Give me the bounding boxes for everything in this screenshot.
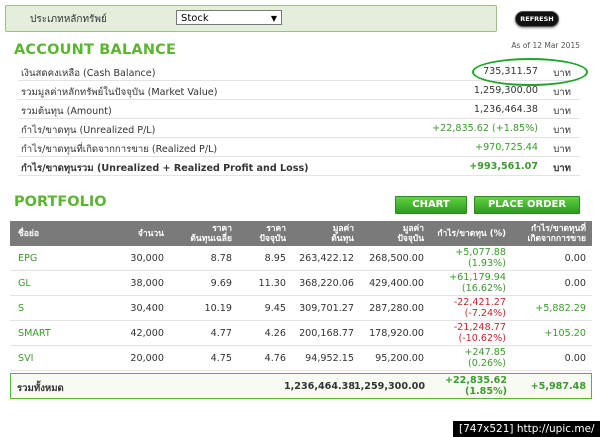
cell-symbol[interactable]: S (18, 303, 24, 314)
balance-unit: บาท (553, 87, 571, 98)
balance-row-realized-pl: กำไร/ขาดทุนที่เกิดจากการขาย (Realized P/… (18, 138, 580, 157)
balance-value: 1,236,464.38 (473, 104, 538, 115)
balance-row-amount: รวมต้นทุน (Amount) 1,236,464.38 บาท (18, 100, 580, 119)
balance-label: กำไร/ขาดทุนรวม (Unrealized + Realized Pr… (21, 163, 309, 174)
refresh-button[interactable]: REFRESH (515, 11, 559, 27)
cell-avg-cost: 10.19 (204, 303, 232, 314)
cell-cost: 200,168.77 (299, 328, 354, 339)
security-type-value: Stock (181, 13, 209, 24)
header-cost: มูลค่า ต้นทุน (331, 224, 354, 244)
header-avg-cost: ราคา ต้นทุนเฉลี่ย (190, 224, 232, 244)
balance-label: รวมมูลค่าหลักทรัพย์ในปัจจุบัน (Market Va… (21, 87, 218, 98)
balance-label: กำไร/ขาดทุน (Unrealized P/L) (21, 125, 156, 136)
cell-price: 4.76 (264, 353, 286, 364)
balance-label: กำไร/ขาดทุนที่เกิดจากการขาย (Realized P/… (21, 144, 218, 155)
cell-price: 8.95 (264, 253, 286, 264)
balance-value: +993,561.07 (469, 161, 538, 172)
dropdown-arrow-icon: ▼ (270, 14, 277, 23)
cell-avg-cost: 4.75 (210, 353, 232, 364)
header-unrealized-pl: กำไร/ขาดทุน (%) (437, 229, 506, 239)
cell-price: 9.45 (264, 303, 286, 314)
balance-value: +22,835.62 (+1.85%) (432, 123, 538, 134)
portfolio-page: ประเภทหลักทรัพย์ Stock ▼ REFRESH As of 1… (0, 0, 600, 437)
place-order-button[interactable]: PLACE ORDER (474, 196, 580, 214)
cell-market-value: 178,920.00 (369, 328, 424, 339)
header-market-value: มูลค่า ปัจจุบัน (397, 224, 424, 244)
cell-market-value: 95,200.00 (375, 353, 424, 364)
cell-price: 4.26 (264, 328, 286, 339)
cell-realized-pl: 0.00 (564, 278, 586, 289)
cell-unrealized-pl: -21,248.77 (-10.62%) (453, 322, 506, 344)
balance-label: รวมต้นทุน (Amount) (21, 106, 112, 117)
cell-volume: 42,000 (130, 328, 164, 339)
cell-avg-cost: 4.77 (210, 328, 232, 339)
balance-row-total-pl: กำไร/ขาดทุนรวม (Unrealized + Realized Pr… (18, 157, 580, 176)
table-header: ชื่อย่อ จำนวน ราคา ต้นทุนเฉลี่ย ราคา ปัจจุ… (10, 221, 592, 246)
portfolio-title: PORTFOLIO (14, 194, 107, 210)
cell-realized-pl: 0.00 (564, 353, 586, 364)
balance-unit: บาท (553, 144, 571, 155)
balance-unit: บาท (553, 125, 571, 136)
cell-realized-pl: 0.00 (564, 253, 586, 264)
cell-symbol[interactable]: GL (18, 278, 31, 289)
security-type-filter-bar: ประเภทหลักทรัพย์ Stock ▼ (5, 5, 497, 32)
header-volume: จำนวน (137, 229, 164, 239)
header-realized-pl: กำไร/ขาดทุนที่ เกิดจากการขาย (527, 224, 586, 244)
image-host-footer: [747x521] http://upic.me/ (453, 421, 600, 437)
balance-row-market-value: รวมมูลค่าหลักทรัพย์ในปัจจุบัน (Market Va… (18, 81, 580, 100)
account-balance-title: ACCOUNT BALANCE (14, 42, 177, 58)
cell-volume: 20,000 (130, 353, 164, 364)
security-type-label: ประเภทหลักทรัพย์ (30, 14, 107, 25)
cell-avg-cost: 8.78 (210, 253, 232, 264)
balance-row-unrealized-pl: กำไร/ขาดทุน (Unrealized P/L) +22,835.62 … (18, 119, 580, 138)
header-symbol: ชื่อย่อ (18, 229, 39, 239)
cell-volume: 30,000 (130, 253, 164, 264)
total-realized-pl: +5,987.48 (530, 381, 586, 392)
total-cost: 1,236,464.38 (283, 381, 355, 392)
balance-value: 1,259,300.00 (473, 85, 538, 96)
chart-button[interactable]: CHART (395, 196, 467, 214)
balance-value: +970,725.44 (475, 142, 538, 153)
cell-unrealized-pl: -22,421.27 (-7.24%) (453, 297, 506, 319)
cell-market-value: 268,500.00 (369, 253, 424, 264)
cell-volume: 38,000 (130, 278, 164, 289)
table-total-row: รวมทั้งหมด 1,236,464.38 1,259,300.00 +22… (10, 373, 592, 399)
as-of-date: As of 12 Mar 2015 (511, 41, 580, 50)
cell-cost: 94,952.15 (305, 353, 354, 364)
table-row[interactable]: SMART 42,000 4.77 4.26 200,168.77 178,92… (10, 321, 592, 346)
total-label: รวมทั้งหมด (17, 383, 64, 394)
table-row[interactable]: SVI 20,000 4.75 4.76 94,952.15 95,200.00… (10, 346, 592, 371)
total-market-value: 1,259,300.00 (353, 381, 425, 392)
cell-price: 11.30 (258, 278, 286, 289)
highlight-circle (472, 58, 588, 86)
cell-unrealized-pl: +247.85 (0.26%) (464, 347, 506, 369)
table-row[interactable]: GL 38,000 9.69 11.30 368,220.06 429,400.… (10, 271, 592, 296)
balance-unit: บาท (553, 106, 571, 117)
cell-cost: 309,701.27 (299, 303, 354, 314)
cell-cost: 263,422.12 (299, 253, 354, 264)
balance-unit: บาท (553, 163, 571, 174)
cell-volume: 30,400 (130, 303, 164, 314)
cell-market-value: 429,400.00 (369, 278, 424, 289)
cell-cost: 368,220.06 (299, 278, 354, 289)
header-price: ราคา ปัจจุบัน (259, 224, 286, 244)
cell-realized-pl: +105.20 (544, 328, 586, 339)
cell-avg-cost: 9.69 (210, 278, 232, 289)
total-unrealized-pl: +22,835.62 (1.85%) (444, 375, 507, 397)
cell-realized-pl: +5,882.29 (535, 303, 586, 314)
cell-symbol[interactable]: EPG (18, 253, 37, 264)
portfolio-table: ชื่อย่อ จำนวน ราคา ต้นทุนเฉลี่ย ราคา ปัจจุ… (10, 221, 592, 371)
balance-label: เงินสดคงเหลือ (Cash Balance) (21, 68, 156, 79)
security-type-select[interactable]: Stock ▼ (176, 10, 282, 25)
cell-market-value: 287,280.00 (369, 303, 424, 314)
cell-unrealized-pl: +61,179.94 (16.62%) (449, 272, 506, 294)
table-row[interactable]: EPG 30,000 8.78 8.95 263,422.12 268,500.… (10, 246, 592, 271)
table-row[interactable]: S 30,400 10.19 9.45 309,701.27 287,280.0… (10, 296, 592, 321)
cell-unrealized-pl: +5,077.88 (1.93%) (455, 247, 506, 269)
cell-symbol[interactable]: SMART (18, 328, 51, 339)
cell-symbol[interactable]: SVI (18, 353, 33, 364)
